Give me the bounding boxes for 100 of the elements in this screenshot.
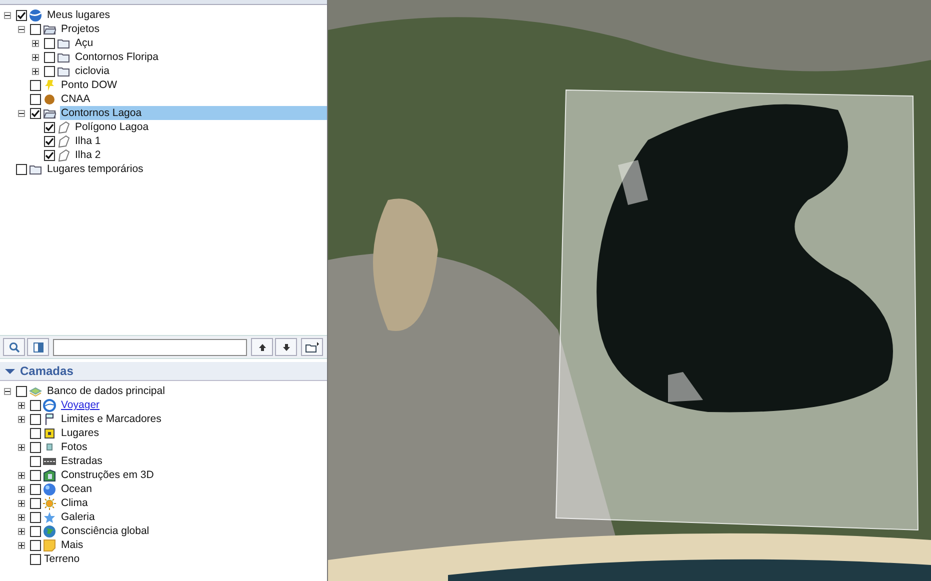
- checkbox[interactable]: [30, 526, 41, 536]
- search-field[interactable]: [53, 338, 247, 356]
- up-arrow-icon: [258, 342, 266, 352]
- polygon-icon: [57, 148, 70, 162]
- tree-item-label[interactable]: Construções em 3D: [60, 468, 155, 482]
- move-up-button[interactable]: [251, 338, 273, 356]
- sphere-icon: [43, 482, 56, 496]
- globe-icon: [29, 8, 42, 22]
- earth-icon: [43, 524, 56, 538]
- checkbox[interactable]: [16, 10, 27, 20]
- checkbox[interactable]: [30, 540, 41, 550]
- checkbox[interactable]: [16, 386, 27, 396]
- layers-title: Camadas: [20, 363, 74, 380]
- folder-icon: [57, 64, 70, 78]
- checkbox[interactable]: [44, 136, 55, 146]
- folder-icon: [43, 22, 56, 36]
- tree-item-label[interactable]: Banco de dados principal: [46, 384, 166, 398]
- tree-item-label[interactable]: Terreno: [43, 552, 81, 566]
- checkbox[interactable]: [30, 80, 41, 90]
- checkbox[interactable]: [44, 52, 55, 62]
- expand-icon[interactable]: [18, 528, 25, 534]
- tree-item-label[interactable]: Ilha 1: [74, 134, 102, 148]
- checkbox[interactable]: [44, 122, 55, 132]
- expand-icon[interactable]: [18, 444, 25, 450]
- square-icon: [43, 426, 56, 440]
- folder-button[interactable]: [301, 338, 323, 356]
- down-arrow-icon: [282, 342, 290, 352]
- collapse-icon[interactable]: [18, 26, 25, 32]
- checkbox[interactable]: [30, 470, 41, 480]
- checkbox[interactable]: [44, 38, 55, 48]
- expand-icon[interactable]: [18, 416, 25, 422]
- expand-icon[interactable]: [18, 472, 25, 478]
- tree-item-label[interactable]: Limites e Marcadores: [60, 412, 162, 426]
- collapse-icon[interactable]: [4, 12, 11, 18]
- sun-icon: [43, 496, 56, 510]
- tree-item-label[interactable]: Estradas: [60, 454, 104, 468]
- pushpin-icon: [43, 78, 56, 92]
- panel-icon: [32, 342, 44, 352]
- note-icon: [43, 538, 56, 552]
- expand-icon[interactable]: [18, 542, 25, 548]
- checkbox[interactable]: [30, 24, 41, 34]
- checkbox[interactable]: [30, 108, 41, 118]
- tree-item-label[interactable]: Mais: [60, 538, 84, 552]
- dot-icon: [43, 92, 56, 106]
- search-icon: [8, 342, 20, 352]
- folder-icon: [57, 36, 70, 50]
- star-icon: [43, 510, 56, 524]
- expand-icon[interactable]: [32, 68, 39, 74]
- expand-icon[interactable]: [18, 486, 25, 492]
- flag-icon: [43, 412, 56, 426]
- polygon-icon: [57, 120, 70, 134]
- folder-icon: [43, 106, 56, 120]
- polygon-icon: [57, 134, 70, 148]
- tree-item-label[interactable]: Polígono Lagoa: [74, 120, 150, 134]
- layers-header[interactable]: Camadas: [0, 362, 327, 381]
- checkbox[interactable]: [44, 150, 55, 160]
- tree-item-label[interactable]: Contornos Floripa: [74, 50, 160, 64]
- tree-item-label[interactable]: Contornos Lagoa: [60, 106, 327, 120]
- ring-icon: [43, 398, 56, 412]
- panel-toggle-button[interactable]: [27, 338, 49, 356]
- checkbox[interactable]: [30, 456, 41, 466]
- tree-item-label[interactable]: Consciência global: [60, 524, 150, 538]
- building-icon: [43, 468, 56, 482]
- tree-item-label[interactable]: Galeria: [60, 510, 96, 524]
- tree-item-label[interactable]: Lugares temporários: [46, 162, 144, 176]
- tree-item-label[interactable]: ciclovia: [74, 64, 110, 78]
- checkbox[interactable]: [30, 498, 41, 508]
- tree-item-label[interactable]: Ilha 2: [74, 148, 102, 162]
- expand-icon[interactable]: [32, 40, 39, 46]
- tree-item-label[interactable]: Meus lugares: [46, 8, 112, 22]
- checkbox[interactable]: [16, 164, 27, 174]
- checkbox[interactable]: [30, 400, 41, 410]
- tree-item-label[interactable]: Projetos: [60, 22, 101, 36]
- layer-link[interactable]: Voyager: [60, 398, 101, 412]
- tree-item-label[interactable]: Fotos: [60, 440, 88, 454]
- tree-item-label[interactable]: Açu: [74, 36, 94, 50]
- checkbox[interactable]: [30, 484, 41, 494]
- tree-item-label[interactable]: CNAA: [60, 92, 92, 106]
- checkbox[interactable]: [30, 554, 41, 564]
- tree-item-label[interactable]: Lugares: [60, 426, 100, 440]
- checkbox[interactable]: [30, 94, 41, 104]
- folder-icon: [57, 50, 70, 64]
- expand-icon[interactable]: [18, 514, 25, 520]
- collapse-icon[interactable]: [18, 110, 25, 116]
- tree-item-label[interactable]: Ponto DOW: [60, 78, 118, 92]
- search-button[interactable]: [3, 338, 25, 356]
- tree-item-label[interactable]: Clima: [60, 496, 89, 510]
- checkbox[interactable]: [30, 414, 41, 424]
- move-down-button[interactable]: [275, 338, 297, 356]
- collapse-icon[interactable]: [4, 388, 11, 394]
- folder-icon: [29, 162, 42, 176]
- checkbox[interactable]: [30, 442, 41, 452]
- layers-icon: [29, 384, 42, 398]
- expand-icon[interactable]: [18, 402, 25, 408]
- expand-icon[interactable]: [18, 500, 25, 506]
- checkbox[interactable]: [30, 428, 41, 438]
- checkbox[interactable]: [30, 512, 41, 522]
- expand-icon[interactable]: [32, 54, 39, 60]
- tree-item-label[interactable]: Ocean: [60, 482, 93, 496]
- checkbox[interactable]: [44, 66, 55, 76]
